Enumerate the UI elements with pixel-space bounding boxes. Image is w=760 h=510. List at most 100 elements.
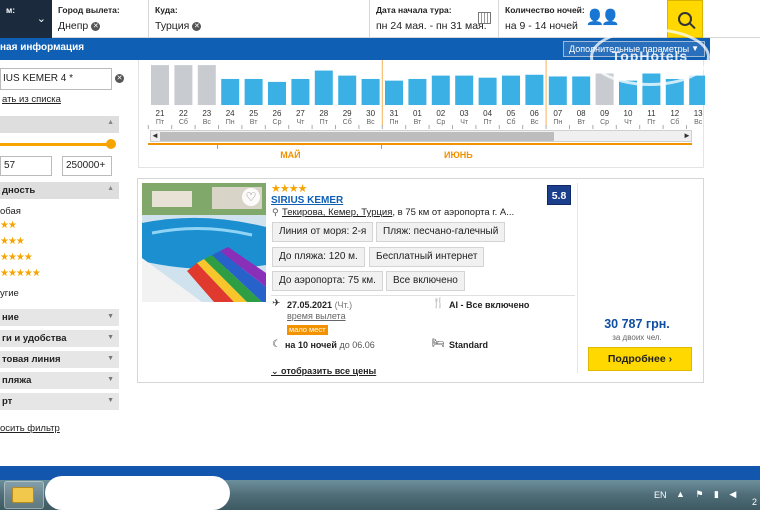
chevron-up-icon: ▲	[107, 185, 114, 192]
month-axis	[148, 143, 692, 145]
stars-option-3[interactable]: ★★★	[0, 236, 25, 247]
departure-dow: (Чт.)	[334, 300, 353, 310]
calendar-bar[interactable]	[361, 78, 380, 105]
stars-section-header[interactable]: дность ▲	[0, 182, 119, 199]
calendar-weekday-label: Вс	[694, 119, 703, 126]
few-places-badge: мало мест	[287, 325, 328, 335]
calendar-weekday-label: Вс	[367, 119, 376, 126]
clear-icon[interactable]: ✕	[91, 21, 101, 31]
calendar-bar[interactable]	[314, 70, 333, 105]
stars-option-2[interactable]: ★★	[0, 220, 17, 231]
calendar-bar[interactable]	[174, 65, 193, 105]
month-label: ИЮНЬ	[444, 150, 473, 160]
calendar-scroll-thumb[interactable]	[160, 132, 554, 141]
calendar-bar[interactable]	[431, 75, 450, 105]
stars-option-4[interactable]: ★★★★	[0, 252, 33, 263]
calendar-bar[interactable]	[665, 78, 684, 105]
extra-params-button[interactable]: Дополнительные параметры ▼	[563, 41, 705, 57]
hotel-search-input[interactable]: IUS KEMER 4 *	[0, 68, 112, 90]
filter-section-5[interactable]: рт ▼	[0, 393, 119, 410]
search-first-field[interactable]: м: ⌄	[0, 0, 52, 38]
chevron-down-icon: ▼	[107, 313, 114, 320]
clear-icon[interactable]: ✕	[192, 21, 202, 31]
calendar-bar[interactable]	[455, 75, 474, 105]
calendar-bar[interactable]	[221, 78, 240, 105]
calendar-weekday-label: Вт	[577, 119, 585, 126]
calendar-bar[interactable]	[478, 77, 497, 105]
calendar-bar[interactable]	[338, 75, 357, 105]
calendar-bar[interactable]	[385, 80, 403, 105]
bed-icon: 🛏	[432, 338, 445, 349]
reset-filter-link[interactable]: осить фильтр	[0, 423, 60, 434]
calendar-bar[interactable]	[291, 78, 310, 105]
price-slider-handle[interactable]	[106, 139, 116, 149]
tag-beach-type: Пляж: песчано-галечный	[376, 222, 506, 242]
destination-field[interactable]: Куда: Турция ✕	[149, 0, 370, 38]
calendar-weekday-label: Вт	[250, 119, 258, 126]
clock[interactable]: 2	[752, 497, 757, 507]
departure-time-link[interactable]: время вылета	[287, 311, 346, 321]
stars-heading: дность	[2, 185, 36, 196]
price-min-input[interactable]: 57	[0, 156, 52, 176]
stars-other-option[interactable]: угие	[0, 288, 19, 299]
choose-from-list-link[interactable]: ать из списка	[2, 94, 61, 105]
stars-any-option[interactable]: обая	[0, 206, 21, 217]
calendar-bar[interactable]	[408, 78, 427, 105]
nights-field[interactable]: Количество ночей: на 9 - 14 ночей 👤👤	[499, 0, 667, 38]
calendar-bar[interactable]	[151, 65, 169, 105]
departure-field[interactable]: Город вылета: Днепр ✕	[52, 0, 149, 38]
filter-section-3[interactable]: товая линия ▼	[0, 351, 119, 368]
calendar-bar[interactable]	[525, 74, 544, 105]
room-type: Standard	[449, 340, 489, 350]
calendar-weekday-label: Пн	[390, 119, 399, 126]
calendar-day-label: 25	[249, 109, 258, 118]
show-all-prices-label: отобразить все цены	[281, 366, 377, 376]
calendar-bar[interactable]	[572, 76, 591, 105]
calendar-bar[interactable]	[268, 81, 286, 105]
calendar-icon[interactable]	[478, 12, 491, 24]
location-link[interactable]: Текирова, Кемер, Турция	[282, 207, 392, 218]
calendar-weekday-label: Пт	[156, 119, 165, 126]
tourists-icon[interactable]: 👤👤	[586, 8, 620, 26]
moon-icon: ☾	[272, 339, 281, 350]
tray-icons[interactable]: ▲ ⚑ ▮ ◀	[676, 489, 740, 500]
dates-field[interactable]: Дата начала тура: пн 24 мая. - пн 31 мая…	[370, 0, 499, 38]
calendar-weekday-label: Чт	[460, 119, 469, 126]
calendar-weekday-label: Сб	[343, 118, 352, 126]
calendar-weekday-label: Пт	[483, 119, 492, 126]
price-section-header[interactable]: ▲	[0, 116, 119, 133]
filter-section-2[interactable]: ги и удобства ▼	[0, 330, 119, 347]
clear-icon[interactable]: ✕	[115, 74, 124, 83]
language-indicator[interactable]: EN	[654, 490, 667, 500]
calendar-bar[interactable]	[244, 78, 263, 105]
destination-value: Турция	[155, 20, 190, 32]
tour-price: 30 787 грн.	[604, 317, 670, 331]
chevron-down-icon[interactable]: ⌄	[37, 12, 46, 25]
calendar-bar[interactable]	[619, 80, 637, 105]
details-button[interactable]: Подробнее ›	[588, 347, 692, 371]
price-max-input[interactable]: 250000+	[62, 156, 112, 176]
price-slider-track[interactable]	[0, 143, 110, 146]
filter-section-label: пляжа	[2, 375, 32, 386]
calendar-bar[interactable]	[548, 76, 567, 105]
calendar-weekday-label: Пт	[647, 119, 656, 126]
hotel-name-link[interactable]: SIRIUS KEMER	[271, 195, 343, 206]
show-all-prices-link[interactable]: ⌄ отобразить все цены	[271, 366, 376, 377]
meal-type: AI - Все включено	[449, 300, 530, 310]
filter-section-4[interactable]: пляжа ▼	[0, 372, 119, 389]
calendar-day-label: 12	[670, 109, 679, 118]
stars-option-5[interactable]: ★★★★★	[0, 268, 41, 279]
search-icon	[678, 12, 692, 26]
heart-icon[interactable]: ♡	[242, 188, 260, 206]
search-button[interactable]	[667, 0, 703, 38]
scroll-right-icon[interactable]: ►	[683, 131, 691, 140]
nights-till: до 06.06	[339, 340, 375, 350]
calendar-bar[interactable]	[595, 73, 614, 106]
calendar-weekday-label: Пн	[553, 119, 562, 126]
calendar-bar[interactable]	[689, 75, 705, 105]
calendar-bar[interactable]	[642, 73, 661, 106]
calendar-bar[interactable]	[197, 65, 216, 105]
scroll-left-icon[interactable]: ◄	[151, 131, 159, 140]
calendar-bar[interactable]	[502, 75, 520, 105]
filter-section-1[interactable]: ние ▼	[0, 309, 119, 326]
